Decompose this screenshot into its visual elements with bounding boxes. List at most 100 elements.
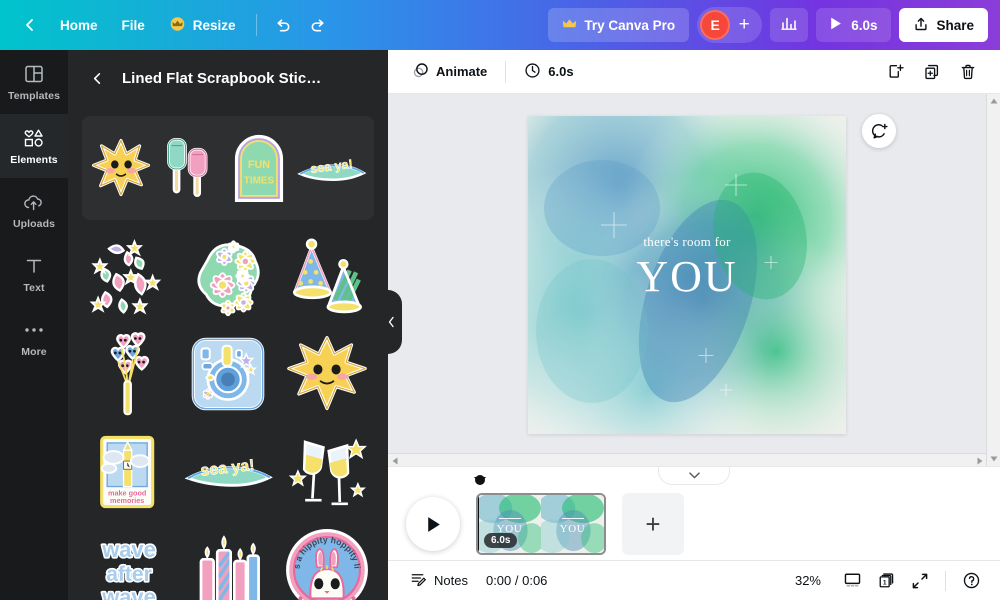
sticker-sun-face-blush[interactable]	[281, 326, 374, 422]
sidebar-item-more[interactable]: More	[0, 306, 68, 370]
resize-label: Resize	[192, 17, 236, 33]
sticker-london-polaroid[interactable]: make good memories	[82, 424, 175, 520]
pro-label: Try Canva Pro	[584, 17, 676, 33]
animate-button[interactable]: Animate	[404, 57, 495, 87]
sidebar-item-label: Elements	[10, 154, 58, 166]
file-button[interactable]: File	[110, 8, 157, 42]
canvas-toolbar: Animate 6.0s	[388, 50, 1000, 94]
left-sidebar: Templates Elements Uploads Text More	[0, 50, 68, 600]
sidebar-item-templates[interactable]: Templates	[0, 50, 68, 114]
panel-back-button[interactable]	[82, 63, 112, 93]
page-timer-button[interactable]: 6.0s	[516, 57, 581, 87]
panel-collapse-handle[interactable]	[380, 290, 402, 354]
sticker-row-partial	[82, 106, 374, 116]
share-button[interactable]: Share	[899, 8, 988, 42]
clock-icon	[524, 62, 541, 82]
page-number-label: 1	[882, 579, 886, 586]
scroll-down-arrow[interactable]	[987, 452, 1000, 466]
home-label: Home	[60, 17, 98, 33]
home-button[interactable]: Home	[48, 8, 110, 42]
playhead-marker[interactable]	[474, 475, 486, 485]
templates-icon	[23, 62, 45, 86]
panel-header: Lined Flat Scrapbook Stic…	[68, 50, 388, 106]
pages-button[interactable]: 1	[871, 567, 901, 595]
editor-area: Animate 6.0s there's room for YOU YOU YO…	[388, 50, 1000, 600]
collaborators[interactable]: E +	[697, 7, 763, 43]
sticker-text-memories: memories	[110, 496, 144, 505]
add-comment-button[interactable]	[862, 114, 896, 148]
fullscreen-button[interactable]	[905, 567, 935, 595]
sidebar-item-uploads[interactable]: Uploads	[0, 178, 68, 242]
delete-page-button[interactable]	[952, 57, 984, 87]
status-bar: Notes 0:00 / 0:06 32% 1	[388, 560, 1000, 600]
preview-play-button[interactable]: 6.0s	[816, 8, 892, 42]
sticker-party-hats[interactable]	[281, 228, 374, 324]
sticker-confetti-streamers[interactable]	[82, 228, 175, 324]
sticker-wave-after-wave[interactable]: wave after wave	[82, 522, 175, 600]
sticker-champagne-cheers[interactable]	[281, 424, 374, 520]
redo-button[interactable]	[301, 8, 337, 42]
sticker-instant-camera[interactable]	[181, 326, 274, 422]
sidebar-item-elements[interactable]: Elements	[0, 114, 68, 178]
toolbar-divider	[255, 14, 257, 36]
back-button[interactable]	[12, 8, 48, 42]
sticker-fun-times-arch[interactable]: FUN TIMES	[227, 124, 292, 212]
bar-chart-icon	[780, 14, 798, 37]
sticker-birthday-candles[interactable]	[181, 522, 274, 600]
timeline-play-button[interactable]	[406, 497, 460, 551]
duplicate-page-button[interactable]	[916, 57, 948, 87]
scroll-right-arrow[interactable]	[973, 454, 986, 466]
status-bar-right: 32% 1	[795, 567, 986, 595]
sticker-hippity-hoppity-bunny[interactable]: it's a hippity hoppity life	[281, 522, 374, 600]
sticker-text-wave-2: wave	[101, 585, 156, 600]
canva-editor: Home File Resize Try Canva Pro E + 6.0s …	[0, 0, 1000, 600]
avatar[interactable]: E	[700, 10, 731, 40]
notes-button[interactable]: Notes	[402, 567, 476, 595]
sticker-text-fun: FUN	[248, 159, 270, 171]
zoom-level[interactable]: 32%	[795, 573, 821, 588]
sticker-grid[interactable]: FUN TIMES sea ya! make good memories sea…	[68, 106, 388, 600]
add-page-tile[interactable]: +	[622, 493, 684, 555]
sticker-heart-balloons[interactable]	[82, 326, 175, 422]
try-canva-pro-button[interactable]: Try Canva Pro	[548, 8, 690, 42]
canvas-horizontal-scrollbar[interactable]	[388, 453, 986, 466]
sticker-row: make good memories sea ya!	[82, 424, 374, 520]
elements-panel: Lined Flat Scrapbook Stic… FUN TIMES sea…	[68, 50, 388, 600]
animate-icon	[412, 62, 429, 82]
play-icon	[828, 16, 843, 34]
top-toolbar-left: Home File Resize	[0, 8, 337, 42]
add-page-button[interactable]	[880, 57, 912, 87]
scene-text-2: YOU	[541, 523, 604, 535]
add-page-plus: +	[645, 508, 661, 539]
insights-button[interactable]	[770, 8, 809, 42]
resize-button[interactable]: Resize	[157, 8, 248, 42]
timeline-expand-button[interactable]	[658, 467, 730, 485]
top-toolbar: Home File Resize Try Canva Pro E + 6.0s …	[0, 0, 1000, 50]
scroll-up-arrow[interactable]	[987, 94, 1000, 108]
design-page[interactable]: there's room for YOU	[528, 116, 846, 434]
help-button[interactable]	[956, 567, 986, 595]
sidebar-item-text[interactable]: Text	[0, 242, 68, 306]
sticker-row	[82, 228, 374, 324]
sticker-flower-bouquet[interactable]	[181, 228, 274, 324]
sticker-sun-face[interactable]	[88, 124, 153, 212]
present-button[interactable]	[837, 567, 867, 595]
elements-icon	[22, 126, 46, 150]
scroll-left-arrow[interactable]	[388, 454, 401, 466]
sticker-popsicles[interactable]	[157, 124, 222, 212]
crown-icon	[562, 18, 577, 33]
undo-button[interactable]	[265, 8, 301, 42]
canvas-viewport[interactable]: there's room for YOU	[388, 94, 1000, 466]
add-collaborator-button[interactable]: +	[730, 11, 758, 39]
sidebar-item-label: Templates	[7, 90, 61, 102]
sticker-row: wave after wave s a hippity hoppity li	[82, 522, 374, 600]
sticker-sea-ya-surfboard[interactable]: sea ya!	[296, 124, 368, 212]
timeline-scene-thumbnail[interactable]: YOU YOU 6.0s	[476, 493, 606, 555]
more-dots-icon	[23, 318, 45, 342]
notes-label: Notes	[434, 573, 468, 588]
canvas-vertical-scrollbar[interactable]	[986, 94, 1000, 466]
sticker-sea-ya-surfboard-2[interactable]: sea ya!	[181, 424, 274, 520]
animate-label: Animate	[436, 64, 488, 79]
panel-title: Lined Flat Scrapbook Stic…	[122, 69, 322, 87]
sidebar-item-label: Uploads	[12, 218, 56, 230]
